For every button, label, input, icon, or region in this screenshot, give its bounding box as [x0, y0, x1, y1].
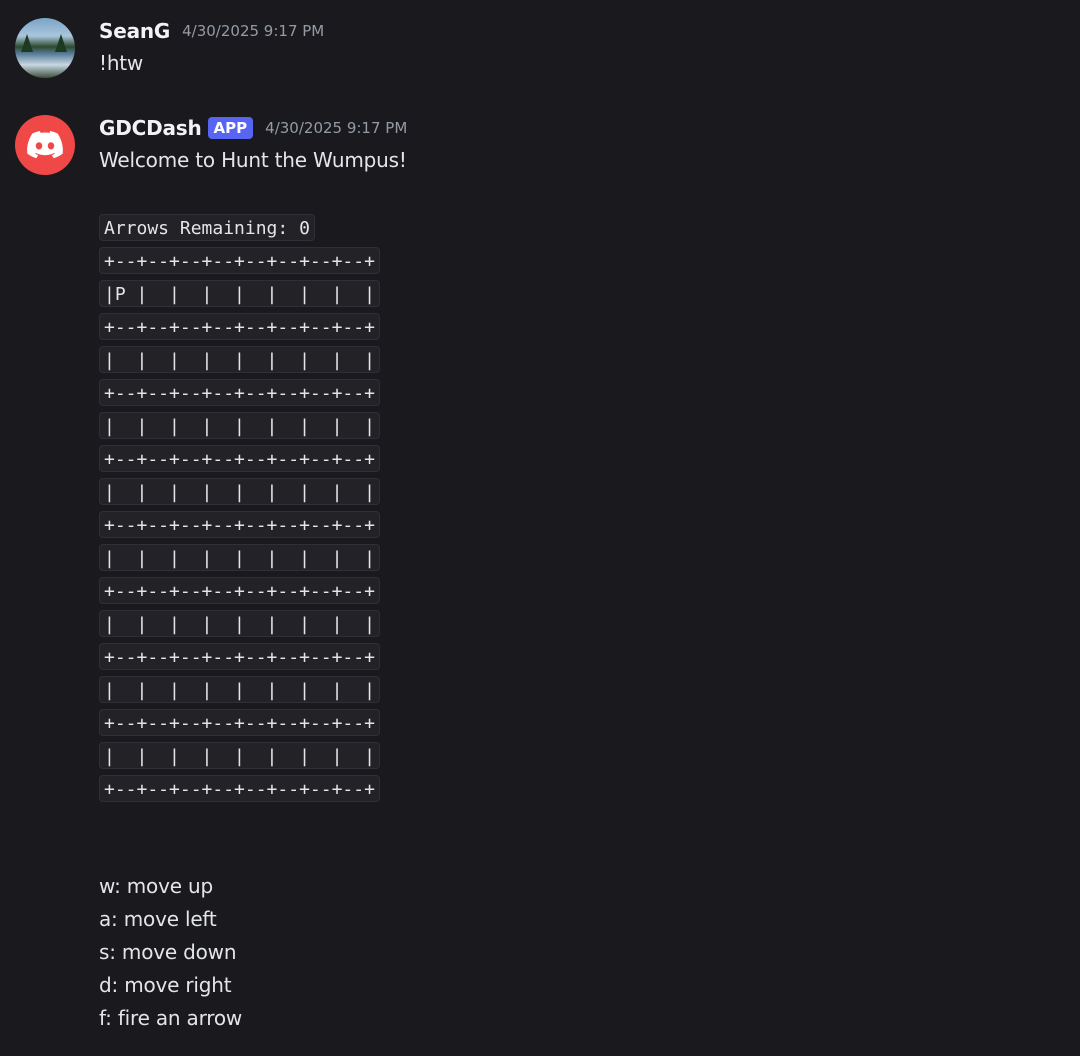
timestamp: 4/30/2025 9:17 PM: [265, 119, 408, 137]
app-badge: APP: [207, 117, 254, 139]
message-header: GDCDash APP 4/30/2025 9:17 PM: [99, 114, 407, 142]
grid-line: | | | | | | | | |: [99, 544, 380, 571]
help-line: w: move up: [99, 874, 213, 898]
grid-line: +--+--+--+--+--+--+--+--+: [99, 247, 380, 274]
message-text: Welcome to Hunt the Wumpus!: [99, 148, 407, 172]
grid-line: | | | | | | | | |: [99, 742, 380, 769]
grid-line: +--+--+--+--+--+--+--+--+: [99, 511, 380, 538]
arrows-remaining-line: Arrows Remaining: 0: [99, 214, 315, 241]
message-text: !htw: [99, 51, 144, 75]
grid-line: +--+--+--+--+--+--+--+--+: [99, 709, 380, 736]
help-line: d: move right: [99, 973, 232, 997]
grid-line: | | | | | | | | |: [99, 346, 380, 373]
grid-line: +--+--+--+--+--+--+--+--+: [99, 445, 380, 472]
username[interactable]: SeanG: [99, 19, 170, 43]
landscape-avatar-icon[interactable]: [15, 18, 75, 78]
timestamp: 4/30/2025 9:17 PM: [182, 22, 325, 40]
grid-line: +--+--+--+--+--+--+--+--+: [99, 379, 380, 406]
grid-line: +--+--+--+--+--+--+--+--+: [99, 643, 380, 670]
discord-logo-icon[interactable]: [15, 115, 75, 175]
grid-line: +--+--+--+--+--+--+--+--+: [99, 775, 380, 802]
grid-line: | | | | | | | | |: [99, 412, 380, 439]
help-line: s: move down: [99, 940, 237, 964]
help-line: a: move left: [99, 907, 217, 931]
message-header: SeanG 4/30/2025 9:17 PM: [99, 17, 324, 45]
grid-line: | | | | | | | | |: [99, 478, 380, 505]
grid-line: | | | | | | | | |: [99, 610, 380, 637]
grid-line: +--+--+--+--+--+--+--+--+: [99, 313, 380, 340]
username[interactable]: GDCDash: [99, 116, 202, 140]
chat-log: SeanG 4/30/2025 9:17 PM !htw GDCDash APP…: [0, 0, 1080, 1056]
help-line: f: fire an arrow: [99, 1006, 243, 1030]
grid-line: +--+--+--+--+--+--+--+--+: [99, 577, 380, 604]
grid-line: | | | | | | | | |: [99, 676, 380, 703]
grid-line: |P | | | | | | | |: [99, 280, 380, 307]
